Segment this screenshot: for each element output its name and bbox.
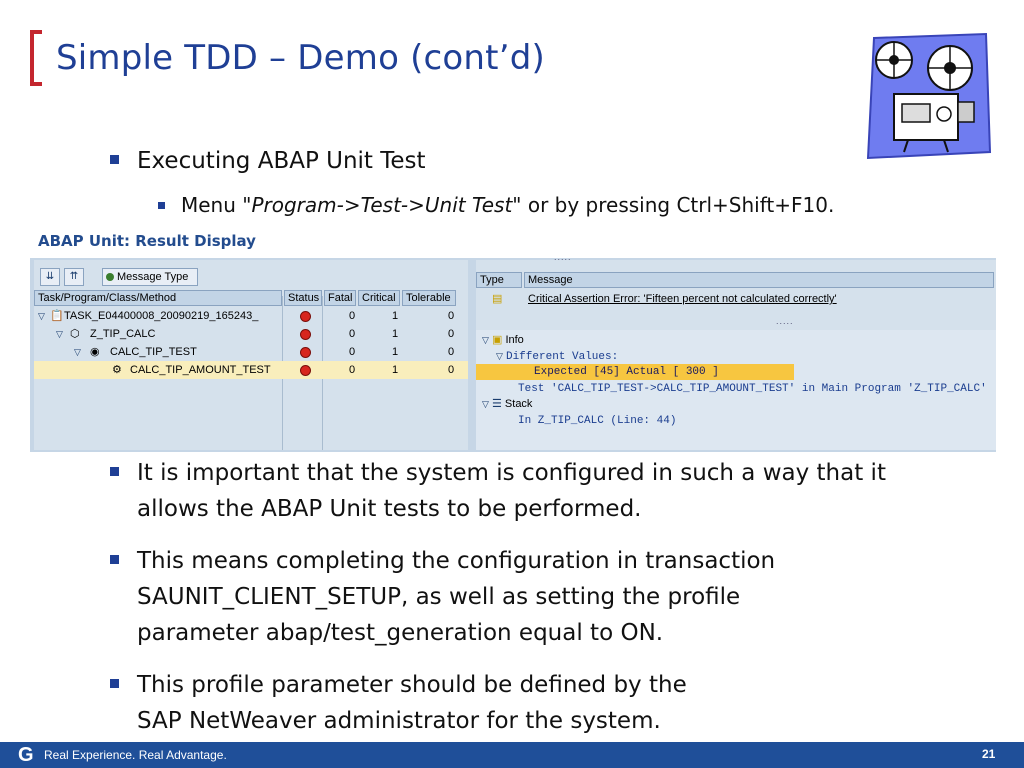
expand-all-button[interactable]: ⇈	[64, 268, 84, 286]
sap-window-title: ABAP Unit: Result Display	[38, 232, 256, 250]
slide-title: Simple TDD – Demo (cont’d)	[56, 38, 545, 78]
expected-actual-text: Expected [45] Actual [ 300 ]	[534, 366, 719, 378]
info-node[interactable]: ▽ ▣ Info	[482, 332, 524, 348]
info-label: Info	[505, 334, 524, 346]
fatal-count: 0	[349, 364, 356, 376]
footer-tagline: Real Experience. Real Advantage.	[44, 748, 227, 762]
tree-row-name: CALC_TIP_TEST	[110, 346, 197, 358]
film-projector-icon	[866, 32, 992, 160]
tolerable-count: 0	[448, 346, 455, 358]
class-icon: ◉	[90, 346, 100, 358]
tree-row-name: Z_TIP_CALC	[90, 328, 156, 340]
bullet-text-line: allows the ABAP Unit tests to be perform…	[137, 496, 642, 522]
col-header-type[interactable]: Type	[476, 272, 522, 288]
bullet-executing: Executing ABAP Unit Test	[110, 143, 426, 179]
bullet-profile-parameter: This profile parameter should be defined…	[110, 667, 687, 739]
error-status-icon	[300, 365, 311, 376]
method-icon: ⚙	[112, 364, 122, 376]
error-status-icon	[300, 329, 311, 340]
message-text[interactable]: Critical Assertion Error: 'Fifteen perce…	[528, 290, 837, 308]
tree-row[interactable]: ▽ ◉ CALC_TIP_TEST 0 1 0	[34, 343, 468, 361]
fatal-count: 0	[349, 328, 356, 340]
col-header-fatal[interactable]: Fatal	[324, 290, 356, 306]
stack-icon: ☰	[491, 398, 502, 410]
detail-tree: ▽ ▣ Info ▽ Different Values: Expected [4…	[476, 330, 996, 450]
critical-count: 1	[392, 328, 399, 340]
fatal-count: 0	[349, 346, 356, 358]
info-icon: ▣	[491, 334, 503, 346]
message-type-label: Message Type	[117, 271, 189, 283]
bullet-marker	[110, 467, 119, 476]
tree-row-selected[interactable]: ⚙ CALC_TIP_AMOUNT_TEST 0 1 0	[34, 361, 468, 379]
sub-text-pre: Menu "	[181, 193, 252, 217]
bullet-text-line: It is important that the system is confi…	[137, 460, 886, 486]
bullet-text-line: This means completing the configuration …	[137, 548, 776, 574]
stack-line-text: In Z_TIP_CALC (Line: 44)	[518, 415, 677, 427]
sap-result-display: ..... ⇊ ⇈ Message Type Task/Program/Clas…	[30, 252, 996, 452]
col-header-tolerable[interactable]: Tolerable	[402, 290, 456, 306]
sub-bullet-menu: Menu "Program->Test->Unit Test" or by pr…	[158, 193, 835, 217]
stack-node[interactable]: ▽ ☰ Stack	[482, 396, 532, 412]
expected-actual-row[interactable]: Expected [45] Actual [ 300 ]	[476, 364, 794, 380]
sub-bullet-marker	[158, 202, 165, 209]
program-icon: ⬡	[70, 328, 80, 340]
bullet-text: Executing ABAP Unit Test	[137, 148, 426, 174]
tolerable-count: 0	[448, 364, 455, 376]
different-values-node[interactable]: ▽ Different Values:	[496, 348, 618, 364]
collapse-all-button[interactable]: ⇊	[40, 268, 60, 286]
expand-arrow-icon[interactable]: ▽	[482, 399, 489, 409]
company-logo: G	[18, 744, 34, 766]
col-header-task[interactable]: Task/Program/Class/Method	[34, 290, 282, 306]
tree-row-name: CALC_TIP_AMOUNT_TEST	[130, 364, 271, 376]
title-bracket	[30, 30, 42, 86]
warning-message-icon: ▤	[492, 293, 503, 305]
expand-arrow-icon[interactable]: ▽	[482, 335, 489, 345]
different-values-label: Different Values:	[505, 351, 619, 363]
bullet-text-line: parameter abap/test_generation equal to …	[137, 620, 664, 646]
critical-count: 1	[392, 364, 399, 376]
expand-arrow-icon[interactable]: ▽	[496, 351, 503, 361]
fatal-count: 0	[349, 310, 356, 322]
bullet-marker	[110, 555, 119, 564]
tree-row[interactable]: ▽ 📋 TASK_E04400008_20090219_165243_ 0 1 …	[34, 307, 468, 325]
message-type-button[interactable]: Message Type	[102, 268, 198, 286]
expand-arrow-icon[interactable]: ▽	[56, 325, 63, 343]
page-number: 21	[982, 747, 996, 761]
tolerable-count: 0	[448, 310, 455, 322]
sub-text-post: " or by pressing Ctrl+Shift+F10.	[512, 193, 835, 217]
bullet-marker	[110, 155, 119, 164]
tree-pane: ⇊ ⇈ Message Type Task/Program/Class/Meth…	[34, 260, 468, 450]
tree-row[interactable]: ▽ ⬡ Z_TIP_CALC 0 1 0	[34, 325, 468, 343]
stack-label: Stack	[504, 398, 533, 410]
tree-row-name: TASK_E04400008_20090219_165243_	[64, 310, 259, 322]
bullet-marker	[110, 679, 119, 688]
expand-arrow-icon[interactable]: ▽	[38, 307, 45, 325]
message-type-icon	[106, 273, 114, 281]
bullet-configured: It is important that the system is confi…	[110, 455, 886, 527]
message-row[interactable]: ▤ Critical Assertion Error: 'Fifteen per…	[476, 290, 996, 308]
col-header-critical[interactable]: Critical	[358, 290, 400, 306]
message-pane: Type Message ▤ Critical Assertion Error:…	[476, 260, 996, 450]
splitter-dots[interactable]: .....	[776, 316, 794, 326]
error-status-icon	[300, 311, 311, 322]
footer-bar: G Real Experience. Real Advantage. 21	[0, 742, 1024, 768]
tolerable-count: 0	[448, 328, 455, 340]
task-icon: 📋	[50, 310, 64, 322]
bullet-text-line: SAP NetWeaver administrator for the syst…	[137, 708, 661, 734]
bullet-saunit: This means completing the configuration …	[110, 543, 776, 651]
slide: Simple TDD – Demo (cont’d) Executing ABA…	[0, 0, 1024, 768]
test-line[interactable]: Test 'CALC_TIP_TEST->CALC_TIP_AMOUNT_TES…	[518, 380, 987, 396]
error-status-icon	[300, 347, 311, 358]
col-header-message[interactable]: Message	[524, 272, 994, 288]
bullet-text-line: SAUNIT_CLIENT_SETUP, as well as setting …	[137, 584, 741, 610]
col-header-status[interactable]: Status	[284, 290, 322, 306]
stack-line[interactable]: In Z_TIP_CALC (Line: 44)	[518, 412, 676, 428]
critical-count: 1	[392, 346, 399, 358]
critical-count: 1	[392, 310, 399, 322]
menu-path: Program->Test->Unit Test	[251, 193, 513, 217]
test-line-text: Test 'CALC_TIP_TEST->CALC_TIP_AMOUNT_TES…	[518, 383, 987, 395]
bullet-text-line: This profile parameter should be defined…	[137, 672, 687, 698]
expand-arrow-icon[interactable]: ▽	[74, 343, 81, 361]
